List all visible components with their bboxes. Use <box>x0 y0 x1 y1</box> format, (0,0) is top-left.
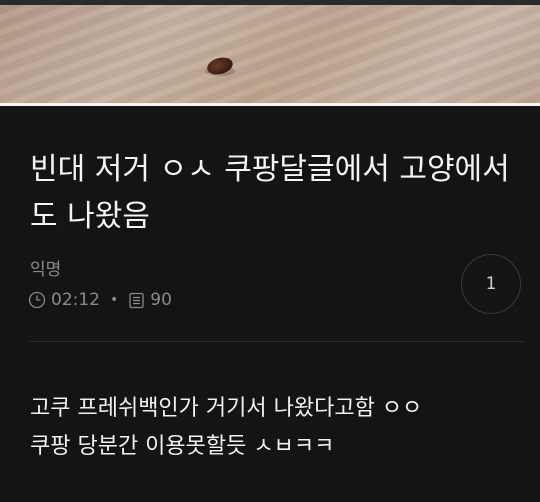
document-icon <box>128 292 145 309</box>
image-top-edge <box>0 0 540 5</box>
author-name: 익명 <box>30 260 62 280</box>
post-body-line: 고쿠 프레쉬백인가 거기서 나왔다고함 ㅇㅇ <box>30 396 423 421</box>
view-count: 90 <box>150 290 172 310</box>
clock-icon <box>28 291 46 309</box>
post-body: 고쿠 프레쉬백인가 거기서 나왔다고함 ㅇㅇ 쿠팡 당분간 이용못할듯 ㅅㅂㅋㅋ <box>30 390 530 466</box>
post-title: 빈대 저거 ㅇㅅ 쿠팡달글에서 고양에서도 나왔음 <box>30 152 510 234</box>
meta-separator: • <box>110 292 119 308</box>
post-image[interactable] <box>0 0 540 106</box>
post-body-line: 쿠팡 당분간 이용못할듯 ㅅㅂㅋㅋ <box>30 434 335 459</box>
post-meta: 02:12 • 90 <box>28 288 172 312</box>
post-time: 02:12 <box>51 290 100 310</box>
comment-count-button[interactable]: 1 <box>461 254 521 314</box>
divider <box>30 341 524 342</box>
comment-count: 1 <box>485 274 497 294</box>
